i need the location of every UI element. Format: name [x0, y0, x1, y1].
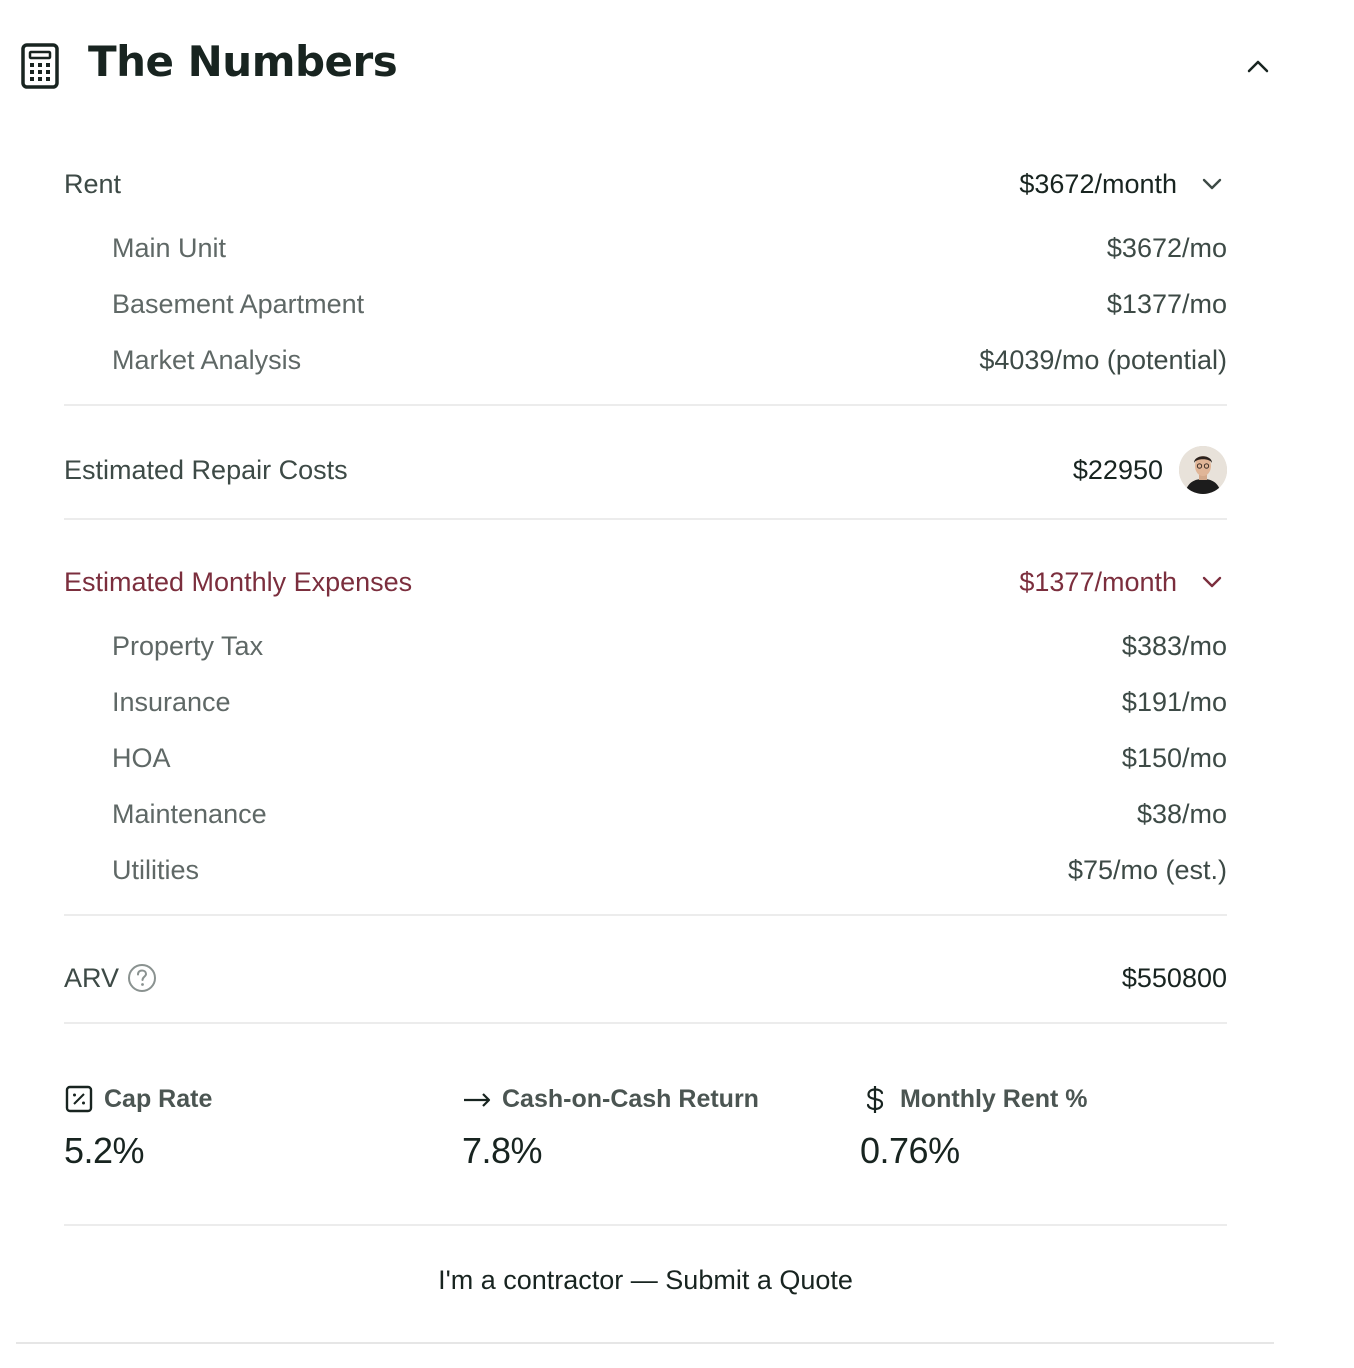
chevron-down-icon[interactable]: [1201, 575, 1223, 589]
dollar-icon: [860, 1084, 890, 1114]
expense-item-maintenance: Maintenance $38/mo: [64, 786, 1227, 842]
metric-cash-on-cash: Cash-on-Cash Return 7.8%: [462, 1082, 759, 1172]
rent-item-label: Market Analysis: [112, 344, 302, 375]
arv-row: ARV $550800: [64, 950, 1227, 1006]
rent-item-basement: Basement Apartment $1377/mo: [64, 276, 1227, 332]
metrics-row: Cap Rate 5.2% Cash-on-Cash Return 7.8% M…: [64, 1024, 1227, 1224]
expense-item-hoa: HOA $150/mo: [64, 730, 1227, 786]
expense-item-value: $383/mo: [1121, 630, 1227, 661]
expense-item-property-tax: Property Tax $383/mo: [64, 618, 1227, 674]
panel-header[interactable]: The Numbers: [16, 0, 1274, 124]
contractor-avatar[interactable]: [1179, 446, 1227, 494]
rent-item-label: Basement Apartment: [112, 288, 365, 319]
expense-item-value: $75/mo (est.): [1067, 854, 1227, 885]
metric-value: 7.8%: [462, 1130, 543, 1171]
rent-item-market-analysis: Market Analysis $4039/mo (potential): [64, 332, 1227, 388]
arrow-right-icon: [462, 1084, 492, 1114]
expense-item-label: Property Tax: [112, 630, 264, 661]
repair-row: Estimated Repair Costs $22950: [64, 442, 1227, 498]
expenses-label: Estimated Monthly Expenses: [64, 566, 413, 597]
metric-value: 5.2%: [64, 1130, 145, 1171]
metric-label: Monthly Rent %: [900, 1084, 1088, 1113]
expense-item-value: $191/mo: [1121, 686, 1227, 717]
expense-item-label: Utilities: [112, 854, 200, 885]
rent-item-value: $1377/mo: [1106, 288, 1227, 319]
chevron-up-icon[interactable]: [1242, 52, 1274, 80]
expenses-row[interactable]: Estimated Monthly Expenses $1377/month: [64, 554, 1227, 610]
expense-item-label: HOA: [112, 742, 171, 773]
expense-item-value: $38/mo: [1136, 798, 1227, 829]
rent-row[interactable]: Rent $3672/month: [64, 156, 1227, 212]
rent-total: $3672/month: [1019, 168, 1177, 199]
panel-title: The Numbers: [88, 37, 398, 86]
repair-label: Estimated Repair Costs: [64, 454, 348, 485]
expense-item-label: Insurance: [112, 686, 231, 717]
help-icon[interactable]: [127, 963, 157, 993]
rent-item-value: $3672/mo: [1106, 232, 1227, 263]
metric-monthly-rent-pct: Monthly Rent % 0.76%: [860, 1082, 1088, 1172]
expense-item-utilities: Utilities $75/mo (est.): [64, 842, 1227, 898]
rent-item-value: $4039/mo (potential): [979, 344, 1227, 375]
percent-box-icon: [64, 1084, 94, 1114]
contractor-cta: I'm a contractor — Submit a Quote: [64, 1226, 1227, 1334]
calculator-icon: [21, 43, 59, 89]
arv-label: ARV: [64, 962, 120, 993]
expense-item-insurance: Insurance $191/mo: [64, 674, 1227, 730]
expenses-total: $1377/month: [1019, 566, 1177, 597]
numbers-panel: The Numbers Rent $3672/month Main Unit $…: [16, 0, 1274, 1344]
arv-value: $550800: [1121, 962, 1227, 993]
metric-label: Cash-on-Cash Return: [502, 1084, 759, 1113]
metric-cap-rate: Cap Rate 5.2%: [64, 1082, 212, 1172]
repair-value: $22950: [1072, 454, 1163, 485]
rent-item-label: Main Unit: [112, 232, 227, 263]
expense-item-value: $150/mo: [1121, 742, 1227, 773]
submit-quote-link[interactable]: I'm a contractor — Submit a Quote: [438, 1265, 853, 1296]
expense-item-label: Maintenance: [112, 798, 267, 829]
chevron-down-icon[interactable]: [1201, 177, 1223, 191]
metric-value: 0.76%: [860, 1130, 960, 1171]
rent-item-main-unit: Main Unit $3672/mo: [64, 220, 1227, 276]
numbers-content: Rent $3672/month Main Unit $3672/mo Base…: [64, 124, 1227, 1334]
rent-label: Rent: [64, 168, 122, 199]
metric-label: Cap Rate: [104, 1084, 213, 1113]
